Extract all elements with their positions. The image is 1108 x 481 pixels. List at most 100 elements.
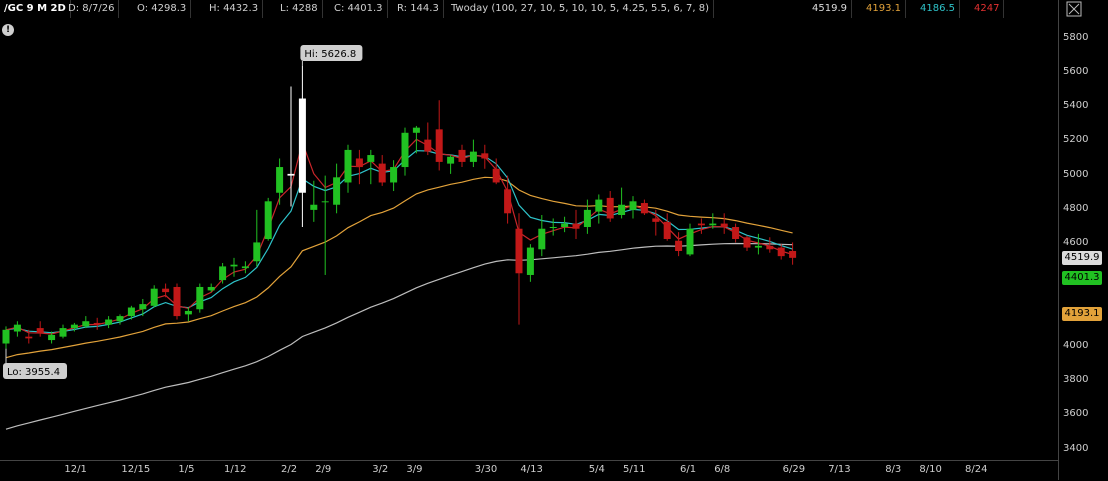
candle-body [264, 201, 272, 239]
candle-body [732, 227, 740, 239]
moving-averages [5, 138, 793, 430]
x-tick-label: 3/9 [406, 464, 423, 475]
y-tick-label: 3600 [1063, 408, 1089, 420]
y-tick-label: 5600 [1063, 65, 1089, 77]
x-tick-label: 1/12 [224, 464, 247, 475]
y-tick-label: 5200 [1063, 134, 1089, 146]
x-tick-label: 12/1 [64, 464, 87, 475]
candle-body [583, 209, 591, 228]
candle-body [572, 223, 580, 229]
candle-body [219, 266, 227, 281]
candle-body [492, 168, 500, 183]
candle-body [184, 310, 192, 315]
ma-line-red [5, 138, 793, 335]
candle-body [241, 266, 249, 269]
candle-body [766, 245, 774, 250]
annotations: Hi: 5626.8 Lo: 3955.4 [3, 45, 363, 379]
candle-body [150, 288, 158, 306]
x-tick-label: 7/13 [828, 464, 851, 475]
candle-body [595, 199, 603, 212]
candle-body [777, 247, 785, 257]
candle-body [82, 321, 90, 327]
price-axis-label: 4193.1 [1062, 306, 1102, 321]
candle-body [743, 237, 751, 248]
candle-body [561, 223, 569, 228]
candle-body [675, 240, 683, 251]
x-tick-label: 5/11 [623, 464, 646, 475]
candle-body [652, 218, 660, 222]
candle-body [2, 329, 10, 344]
x-tick-label: 6/29 [782, 464, 806, 475]
price-axis[interactable]: 3400360038004000420044004600480050005200… [1058, 0, 1108, 480]
y-tick-label: 3400 [1063, 442, 1089, 454]
x-tick-label: 2/2 [281, 464, 298, 475]
x-tick-label: 4/13 [520, 464, 543, 475]
candle-body [549, 227, 557, 229]
price-chart[interactable]: Hi: 5626.8 Lo: 3955.4 [0, 0, 1108, 480]
candle-body [105, 319, 113, 325]
x-tick-label: 3/2 [372, 464, 389, 475]
price-axis-label: 4401.3 [1062, 271, 1102, 286]
x-tick-label: 2/9 [315, 464, 332, 475]
candle-body [606, 197, 614, 219]
x-tick-label: 5/4 [588, 464, 605, 475]
candle-body [469, 151, 477, 162]
candle-body [629, 201, 637, 210]
y-tick-label: 5000 [1063, 168, 1089, 180]
candle-body [344, 149, 352, 183]
time-axis[interactable]: 12/1 12/15 1/5 1/12 2/2 2/9 3/2 3/9 3/30 4/13 5/4 5… [0, 460, 1058, 481]
candle-body [48, 334, 56, 341]
candle-body [526, 247, 534, 275]
x-tick-label: 8/3 [885, 464, 902, 475]
candle-body [298, 98, 306, 193]
candle-body [504, 189, 512, 214]
x-tick-label: 1/5 [178, 464, 195, 475]
candle-body [378, 163, 386, 183]
candle-body [25, 336, 33, 339]
lo-label: Lo: 3955.4 [7, 367, 60, 378]
price-axis-label: 4519.9 [1062, 250, 1102, 265]
candle-body [127, 307, 135, 317]
x-tick-label: 6/1 [680, 464, 697, 475]
candle-body [162, 288, 170, 293]
candle-body [70, 324, 78, 329]
candle-body [412, 127, 420, 133]
candle-body [13, 324, 21, 332]
candle-body [59, 328, 67, 337]
candle-body [207, 286, 215, 291]
candle-body [93, 322, 101, 325]
candle-body [230, 264, 238, 267]
candle-body [663, 221, 671, 239]
candle-body [390, 167, 398, 183]
candle-body [253, 242, 261, 262]
candle-body [697, 223, 705, 226]
hi-label: Hi: 5626.8 [304, 49, 356, 60]
candle-body [754, 245, 762, 248]
x-tick-label: 3/30 [474, 464, 498, 475]
y-tick-label: 5800 [1063, 31, 1089, 43]
candle-body [116, 316, 124, 322]
ma-line-orange [5, 176, 793, 359]
x-tick-label: 6/8 [714, 464, 731, 475]
candle-body [36, 328, 44, 334]
candle-body [355, 158, 363, 168]
candle-body [618, 204, 626, 216]
candle-body [720, 223, 728, 228]
y-tick-label: 3800 [1063, 374, 1089, 386]
y-tick-label: 4600 [1063, 237, 1089, 249]
candle-body [139, 304, 147, 310]
x-tick-label: 8/10 [919, 464, 942, 475]
ma-line-cyan [5, 150, 793, 334]
candle-body [709, 223, 717, 226]
candle-body [435, 129, 443, 162]
candle-body [367, 155, 375, 162]
candle-body [196, 286, 204, 310]
candle-body [515, 228, 523, 274]
x-tick-label: 8/24 [965, 464, 988, 475]
candle-body [538, 228, 546, 250]
candle-body [401, 132, 409, 168]
candle-body [447, 156, 455, 164]
candle-body [481, 153, 489, 159]
candle-body [310, 204, 318, 210]
candle-body [287, 173, 295, 176]
